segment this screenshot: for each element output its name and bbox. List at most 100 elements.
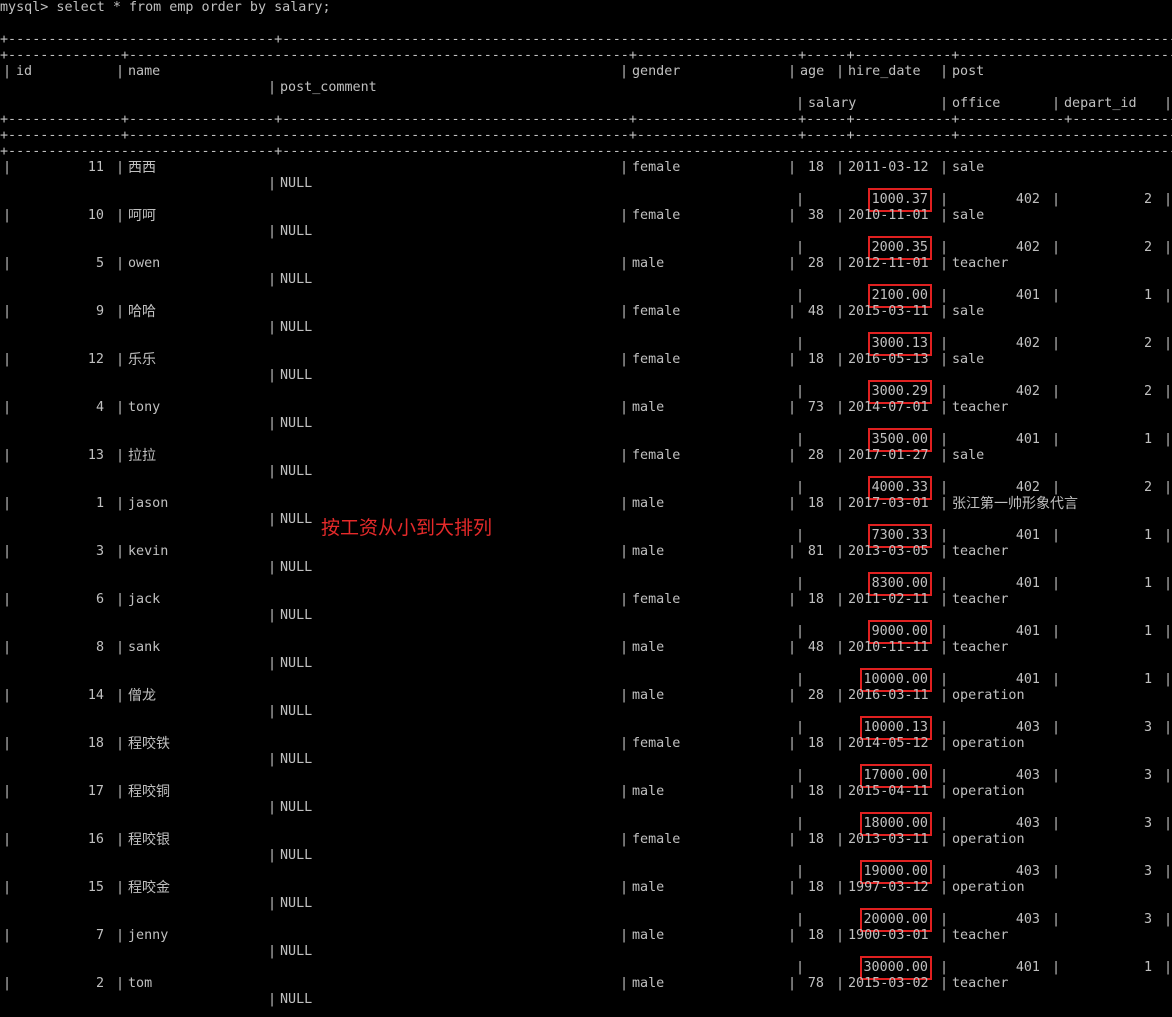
- cell-office: 401: [1015, 528, 1040, 543]
- terminal-window[interactable]: mysql> select * from emp order by salary…: [0, 0, 1172, 1017]
- pipe: |: [268, 320, 277, 335]
- cell-post: teacher: [952, 256, 1009, 271]
- pipe: |: [268, 368, 277, 383]
- cell-id: 8: [95, 640, 104, 655]
- pipe: |: [116, 880, 125, 895]
- command-prompt: mysql> select * from emp order by salary…: [0, 0, 331, 15]
- cell-hire-date: 2016-03-11: [848, 688, 929, 703]
- pipe: |: [1052, 480, 1061, 495]
- pipe: |: [620, 736, 629, 751]
- cell-hire-date: 2016-05-13: [848, 352, 929, 367]
- cell-office: 401: [1015, 960, 1040, 975]
- cell-age: 48: [807, 640, 824, 655]
- pipe: |: [268, 512, 277, 527]
- cell-office: 402: [1015, 240, 1040, 255]
- cell-id: 1: [95, 496, 104, 511]
- pipe: |: [268, 464, 277, 479]
- pipe: |: [796, 720, 805, 735]
- cell-post: teacher: [952, 592, 1009, 607]
- cell-office: 403: [1015, 816, 1040, 831]
- cell-depart-id: 3: [1143, 864, 1152, 879]
- cell-post: operation: [952, 784, 1025, 799]
- pipe: |: [116, 640, 125, 655]
- pipe: |: [796, 240, 805, 255]
- pipe: |: [940, 576, 949, 591]
- pipe: |: [3, 544, 12, 559]
- cell-name: 程咬铜: [128, 784, 170, 800]
- pipe: |: [940, 592, 949, 607]
- pipe: |: [836, 592, 845, 607]
- pipe: |: [940, 400, 949, 415]
- pipe: |: [1164, 720, 1172, 735]
- pipe: |: [116, 976, 125, 991]
- pipe: |: [116, 448, 125, 463]
- pipe: |: [116, 160, 125, 175]
- cell-age: 48: [807, 304, 824, 319]
- pipe: |: [1164, 384, 1172, 399]
- pipe: |: [836, 496, 845, 511]
- pipe: |: [3, 976, 12, 991]
- header-age: age: [800, 64, 825, 79]
- cell-hire-date: 1997-03-12: [848, 880, 929, 895]
- cell-gender: female: [632, 736, 681, 751]
- pipe: |: [620, 880, 629, 895]
- pipe: |: [940, 736, 949, 751]
- pipe: |: [1052, 816, 1061, 831]
- cell-depart-id: 1: [1143, 576, 1152, 591]
- cell-post: teacher: [952, 928, 1009, 943]
- pipe: |: [940, 816, 949, 831]
- cell-hire-date: 2015-03-02: [848, 976, 929, 991]
- pipe: |: [940, 352, 949, 367]
- pipe: |: [1052, 240, 1061, 255]
- cell-depart-id: 1: [1143, 432, 1152, 447]
- cell-gender: female: [632, 832, 681, 847]
- pipe: |: [1052, 672, 1061, 687]
- pipe: |: [3, 784, 12, 799]
- cell-gender: male: [632, 544, 665, 559]
- cell-hire-date: 2015-04-11: [848, 784, 929, 799]
- cell-id: 17: [87, 784, 104, 799]
- cell-post-comment: NULL: [280, 944, 313, 959]
- pipe: |: [620, 352, 629, 367]
- header-gender: gender: [632, 64, 681, 79]
- cell-office: 402: [1015, 192, 1040, 207]
- cell-hire-date: 2011-03-12: [848, 160, 929, 175]
- pipe: |: [796, 384, 805, 399]
- cell-office: 401: [1015, 288, 1040, 303]
- pipe: |: [1164, 672, 1172, 687]
- pipe: |: [796, 480, 805, 495]
- pipe: |: [836, 352, 845, 367]
- cell-name: 呵呵: [128, 208, 156, 224]
- cell-name: owen: [128, 256, 161, 271]
- cell-name: 程咬金: [128, 880, 170, 896]
- cell-gender: male: [632, 640, 665, 655]
- cell-gender: male: [632, 400, 665, 415]
- table-border-top-1: +---------------------------------+-----…: [0, 32, 1172, 47]
- header-post-comment: post_comment: [280, 80, 377, 95]
- pipe: |: [796, 672, 805, 687]
- cell-depart-id: 1: [1143, 288, 1152, 303]
- pipe: |: [836, 544, 845, 559]
- pipe: |: [836, 880, 845, 895]
- cell-depart-id: 3: [1143, 768, 1152, 783]
- pipe: |: [116, 736, 125, 751]
- cell-age: 38: [807, 208, 824, 223]
- pipe: |: [836, 928, 845, 943]
- pipe: |: [1052, 192, 1061, 207]
- pipe: |: [620, 64, 629, 79]
- cell-gender: male: [632, 976, 665, 991]
- cell-name: 程咬银: [128, 832, 170, 848]
- pipe: |: [940, 448, 949, 463]
- cell-age: 73: [807, 400, 824, 415]
- cell-depart-id: 2: [1143, 240, 1152, 255]
- pipe: |: [796, 624, 805, 639]
- cell-id: 18: [87, 736, 104, 751]
- cell-name: tony: [128, 400, 161, 415]
- pipe: |: [3, 352, 12, 367]
- pipe: |: [268, 800, 277, 815]
- cell-gender: male: [632, 496, 665, 511]
- pipe: |: [620, 400, 629, 415]
- pipe: |: [268, 608, 277, 623]
- cell-depart-id: 1: [1143, 528, 1152, 543]
- pipe: |: [940, 976, 949, 991]
